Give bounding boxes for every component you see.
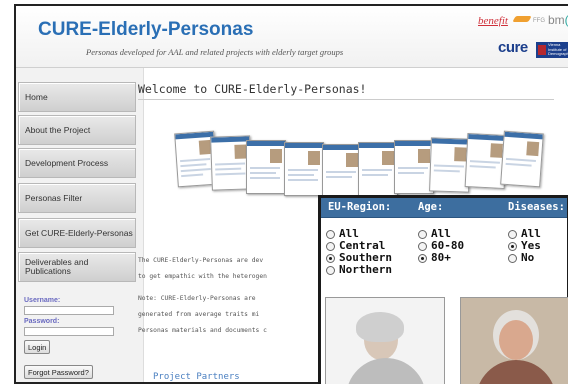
username-input[interactable] [24,306,114,315]
username-label: Username: [24,297,61,304]
intro-text-line: to get empathic with the heterogen [138,273,267,280]
radio-selected-icon[interactable] [418,253,427,263]
hair-shape [356,312,404,342]
persona-card [246,140,286,194]
option-label: Northern [339,263,392,276]
password-label: Password: [24,318,60,325]
heading-divider [138,99,554,100]
eu-region-title: EU-Region: [328,201,392,213]
nav-development-process[interactable]: Development Process [18,148,136,178]
diseases-option-no[interactable]: No [508,252,534,264]
radio-selected-icon[interactable] [508,241,517,251]
radio-selected-icon[interactable] [326,253,335,263]
persona-card [284,142,324,196]
body-shape [476,360,556,384]
persona-photo-1[interactable] [325,297,445,384]
intro-text-line: The CURE-Elderly-Personas are dev [138,257,264,264]
project-partners-heading: Project Partners [153,372,240,382]
login-button[interactable]: Login [24,340,51,354]
diseases-title: Diseases: [508,201,565,213]
password-input[interactable] [24,327,114,336]
face-shape [499,320,533,360]
vienna-institute-logo[interactable]: Vienna Institute of Demography [536,42,568,58]
nav-personas-filter[interactable]: Personas Filter [18,183,136,213]
body-shape [346,358,426,384]
persona-card [322,144,362,198]
bm-logo-text: bm [548,13,565,27]
option-label: No [521,251,535,264]
forgot-password-button[interactable]: Forgot Password? [24,365,93,379]
radio-icon[interactable] [508,253,517,263]
persona-card [358,142,398,196]
ffg-logo-text: FFG [533,18,545,24]
site-title[interactable]: CURE-Elderly-Personas [38,19,253,41]
nav-about-the-project[interactable]: About the Project [18,115,136,145]
radio-icon[interactable] [326,241,335,251]
filter-header-bar: EU-Region: Age: Diseases: [321,198,567,218]
radio-icon[interactable] [418,229,427,239]
radio-icon[interactable] [508,229,517,239]
option-label: 80+ [431,251,451,264]
cure-logo[interactable]: cure [498,39,528,56]
nav-home[interactable]: Home [18,82,136,112]
site-subtitle: Personas developed for AAL and related p… [86,47,344,57]
persona-card [500,130,544,188]
page-heading: Welcome to CURE-Elderly-Personas! [138,82,367,96]
age-title: Age: [418,201,444,213]
persona-card [394,140,434,194]
radio-icon[interactable] [326,265,335,275]
benefit-logo[interactable]: benefit [478,15,508,27]
ffg-logo[interactable]: FFG [512,14,548,28]
note-text-line: Note: CURE-Elderly-Personas are [138,295,256,302]
radio-icon[interactable] [326,229,335,239]
persona-photo-2[interactable] [460,297,568,384]
radio-icon[interactable] [418,241,427,251]
note-text-line: generated from average traits mi [138,311,260,318]
site-header: CURE-Elderly-Personas Personas developed… [16,6,568,68]
eu-region-option-northern[interactable]: Northern [326,264,392,276]
note-text-line: Personas materials and documents c [138,327,267,334]
age-option-80-plus[interactable]: 80+ [418,252,451,264]
nav-get-personas[interactable]: Get CURE-Elderly-Personas [18,218,136,248]
bm-logo[interactable]: bm( [548,13,568,27]
nav-deliverables[interactable]: Deliverables and Publications [18,252,136,282]
ffg-wing-icon [512,16,532,22]
